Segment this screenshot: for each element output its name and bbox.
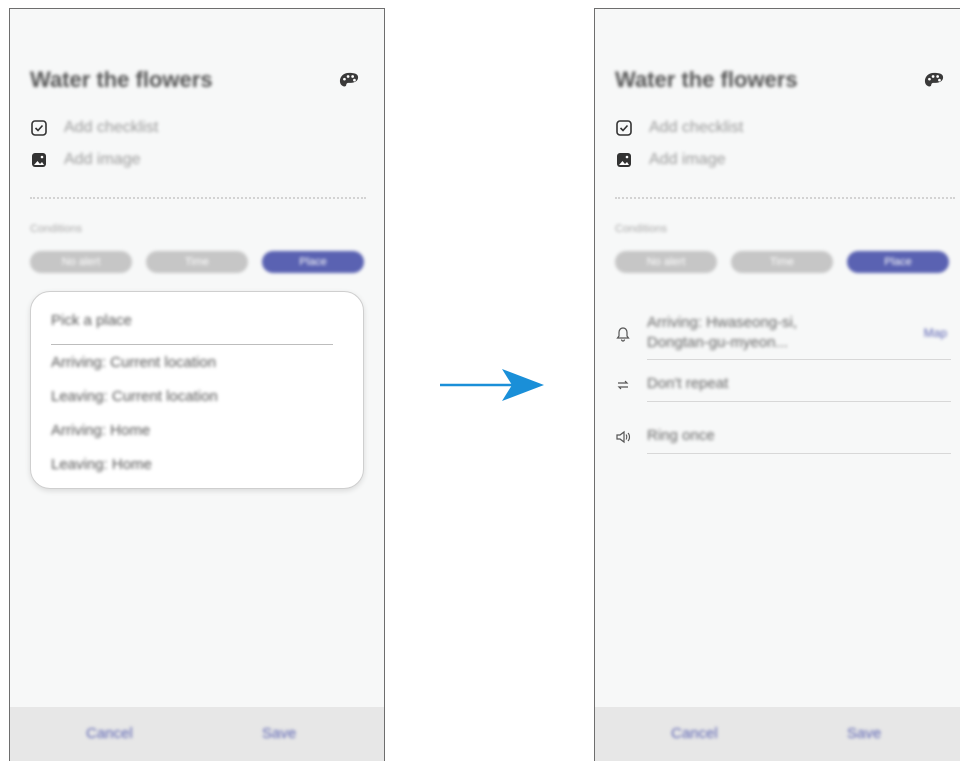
pill-no-alert[interactable]: No alert — [615, 251, 717, 273]
place-line-1: Arriving: Hwaseong-si, — [647, 314, 798, 331]
sound-setting-row[interactable]: Ring once — [615, 419, 951, 454]
option-arriving-home[interactable]: Arriving: Home — [51, 422, 150, 439]
repeat-setting-row[interactable]: Don't repeat — [615, 367, 951, 402]
divider — [615, 197, 955, 199]
add-image-row[interactable]: Add image — [615, 151, 726, 169]
pill-time[interactable]: Time — [731, 251, 833, 273]
pill-no-alert[interactable]: No alert — [30, 251, 132, 273]
divider — [30, 197, 366, 199]
add-checklist-label: Add checklist — [649, 119, 744, 136]
place-line-2: Dongtan-gu-myeon... — [647, 334, 788, 351]
map-link[interactable]: Map — [924, 326, 947, 340]
reminder-title[interactable]: Water the flowers — [30, 67, 213, 93]
place-dropdown: Pick a place Arriving: Current location … — [30, 291, 364, 489]
repeat-setting-body: Don't repeat — [647, 367, 951, 402]
footer-bar: Cancel Save — [595, 707, 960, 761]
transition-arrow-icon — [440, 369, 544, 401]
option-arriving-current[interactable]: Arriving: Current location — [51, 354, 216, 371]
checklist-icon — [616, 120, 632, 136]
add-image-label: Add image — [64, 151, 141, 168]
pill-place[interactable]: Place — [847, 251, 949, 273]
speaker-icon — [616, 430, 631, 443]
repeat-icon — [617, 380, 629, 389]
conditions-label: Conditions — [615, 223, 667, 235]
place-setting-row[interactable]: Arriving: Hwaseong-si, Dongtan-gu-myeon.… — [615, 307, 951, 360]
sound-text: Ring once — [647, 427, 715, 444]
reminder-title[interactable]: Water the flowers — [615, 67, 798, 93]
pill-place[interactable]: Place — [262, 251, 364, 273]
palette-icon[interactable] — [338, 71, 360, 91]
add-image-row[interactable]: Add image — [30, 151, 141, 169]
conditions-label: Conditions — [30, 223, 82, 235]
add-image-label: Add image — [649, 151, 726, 168]
place-setting-body: Arriving: Hwaseong-si, Dongtan-gu-myeon.… — [647, 307, 951, 360]
add-checklist-label: Add checklist — [64, 119, 159, 136]
bell-icon — [616, 326, 630, 342]
dropdown-divider — [51, 344, 333, 345]
palette-icon[interactable] — [923, 71, 945, 91]
option-leaving-current[interactable]: Leaving: Current location — [51, 388, 218, 405]
option-leaving-home[interactable]: Leaving: Home — [51, 456, 152, 473]
right-screen: Water the flowers Add checklist Add imag… — [594, 8, 960, 761]
sound-setting-body: Ring once — [647, 419, 951, 454]
save-button[interactable]: Save — [262, 725, 296, 742]
dropdown-header: Pick a place — [51, 312, 132, 329]
add-checklist-row[interactable]: Add checklist — [30, 119, 158, 137]
place-setting-text: Arriving: Hwaseong-si, Dongtan-gu-myeon.… — [647, 313, 797, 353]
image-icon — [617, 153, 631, 167]
left-screen: Water the flowers Add checklist Add imag… — [9, 8, 385, 761]
cancel-button[interactable]: Cancel — [671, 725, 718, 742]
repeat-text: Don't repeat — [647, 375, 729, 392]
cancel-button[interactable]: Cancel — [86, 725, 133, 742]
checklist-icon — [31, 120, 47, 136]
condition-pills: No alert Time Place — [30, 251, 364, 273]
add-checklist-row[interactable]: Add checklist — [615, 119, 743, 137]
save-button[interactable]: Save — [847, 725, 881, 742]
condition-pills: No alert Time Place — [615, 251, 949, 273]
pill-time[interactable]: Time — [146, 251, 248, 273]
image-icon — [32, 153, 46, 167]
footer-bar: Cancel Save — [10, 707, 384, 761]
